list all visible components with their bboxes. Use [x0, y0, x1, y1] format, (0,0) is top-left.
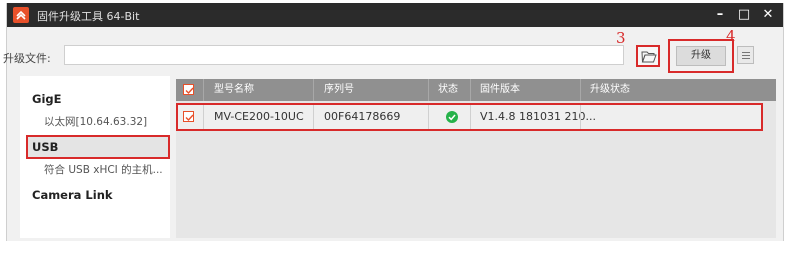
select-all-checkbox[interactable]	[183, 84, 194, 95]
table-header: 型号名称 序列号 状态 固件版本 升级状态	[176, 79, 776, 101]
column-status[interactable]: 状态	[438, 79, 458, 101]
column-serial[interactable]: 序列号	[324, 79, 354, 101]
window-title: 固件升级工具 64-Bit	[37, 10, 140, 23]
minimize-button[interactable]: –	[711, 6, 729, 24]
upgrade-file-input[interactable]	[64, 45, 624, 65]
cell-serial: 00F64178669	[324, 110, 401, 123]
sidebar-group-camera-link[interactable]: Camera Link	[20, 184, 170, 206]
checkmark-icon	[185, 87, 194, 95]
title-bar: 固件升级工具 64-Bit – □ ✕	[7, 3, 783, 27]
maximize-button[interactable]: □	[735, 6, 753, 24]
sidebar-item-ethernet[interactable]: 以太网[10.64.63.32]	[20, 111, 170, 133]
close-button[interactable]: ✕	[759, 6, 777, 24]
cell-model: MV-CE200-10UC	[214, 110, 304, 123]
column-upgrade-status[interactable]: 升级状态	[590, 79, 630, 101]
check-circle-icon	[446, 111, 458, 123]
table-row[interactable]: MV-CE200-10UC 00F64178669 V1.4.8 181031 …	[176, 103, 763, 131]
sidebar-group-gige[interactable]: GigE	[20, 88, 170, 110]
column-model[interactable]: 型号名称	[214, 79, 254, 101]
cell-firmware: V1.4.8 181031 210...	[480, 110, 596, 123]
app-logo-icon	[13, 7, 29, 23]
row-checkbox[interactable]	[183, 111, 194, 122]
hamburger-menu-icon[interactable]	[737, 46, 754, 64]
annotation-4: 4	[726, 27, 736, 45]
sidebar-item-usb-host[interactable]: 符合 USB xHCI 的主机...	[20, 159, 170, 181]
folder-open-icon	[641, 51, 657, 63]
checkmark-icon	[185, 114, 194, 122]
upgrade-file-label: 升级文件:	[3, 52, 51, 65]
browse-folder-button[interactable]	[636, 45, 660, 67]
device-table: 型号名称 序列号 状态 固件版本 升级状态 MV-CE200-10UC 00F6…	[176, 79, 776, 238]
column-firmware[interactable]: 固件版本	[480, 79, 520, 101]
annotation-3: 3	[616, 29, 626, 47]
upgrade-button[interactable]: 升级	[676, 46, 726, 66]
sidebar-group-usb[interactable]: USB	[26, 135, 170, 159]
upgrade-button-highlight: 升级	[668, 39, 734, 73]
